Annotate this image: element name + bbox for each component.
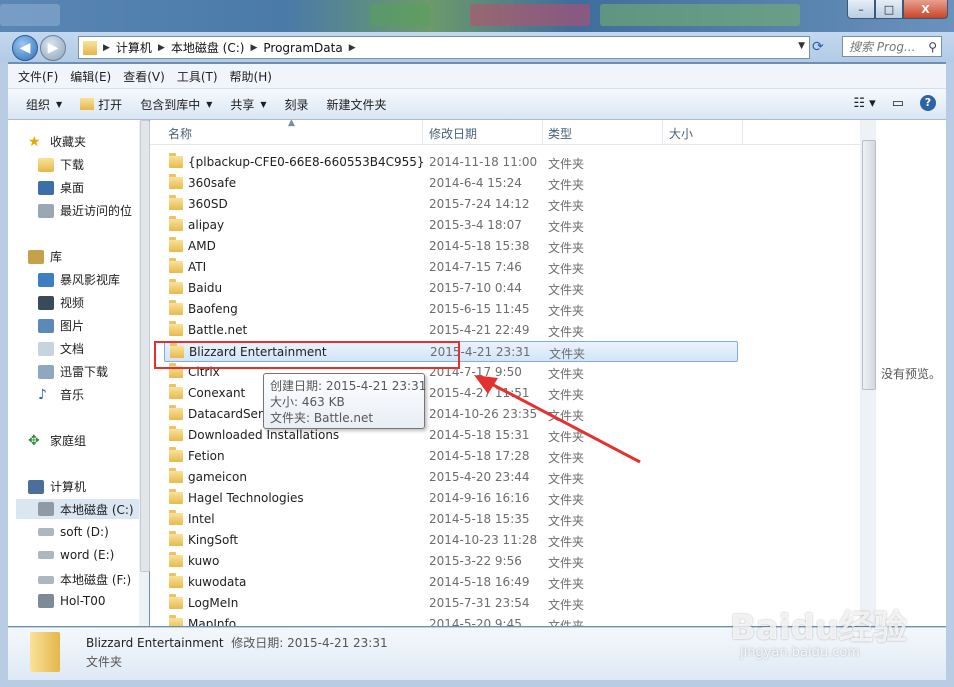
watermark-brand: Baidu经验: [730, 608, 908, 648]
details-type: 文件夹: [86, 655, 123, 669]
annotation-arrow-line: [483, 378, 641, 464]
details-name: Blizzard Entertainment 修改日期: 2015-4-21 2…: [86, 634, 388, 651]
details-name-text: Blizzard Entertainment: [86, 636, 224, 650]
folder-icon: [30, 632, 60, 672]
baidu-watermark: Baidu经验 jingyan.baidu.com: [730, 600, 907, 660]
details-modified: 修改日期: 2015-4-21 23:31: [231, 636, 388, 650]
annotation-arrow: [474, 375, 641, 464]
